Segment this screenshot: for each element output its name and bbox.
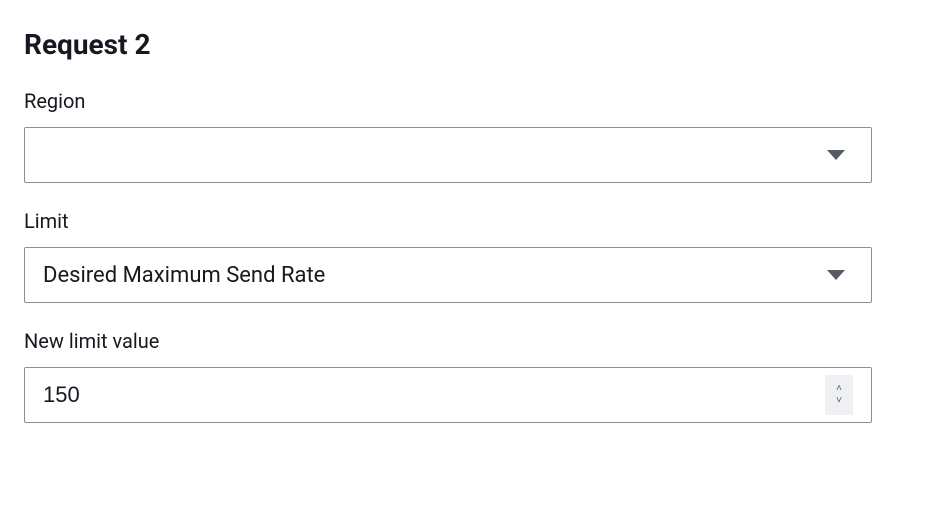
limit-select-value: Desired Maximum Send Rate [43,263,827,288]
limit-label: Limit [24,209,908,233]
new-limit-input[interactable] [43,368,825,422]
spinner-down-icon[interactable]: ˅ [836,396,842,406]
field-region: Region [24,89,908,183]
caret-down-icon [827,270,845,280]
limit-select[interactable]: Desired Maximum Send Rate [24,247,872,303]
field-limit: Limit Desired Maximum Send Rate [24,209,908,303]
region-select[interactable] [24,127,872,183]
spinner-up-icon[interactable]: ˄ [836,384,842,394]
form-title: Request 2 [24,28,908,61]
field-new-limit: New limit value ˄ ˅ [24,329,908,423]
new-limit-input-wrap: ˄ ˅ [24,367,872,423]
new-limit-label: New limit value [24,329,908,353]
region-label: Region [24,89,908,113]
number-spinner: ˄ ˅ [825,375,853,415]
caret-down-icon [827,150,845,160]
